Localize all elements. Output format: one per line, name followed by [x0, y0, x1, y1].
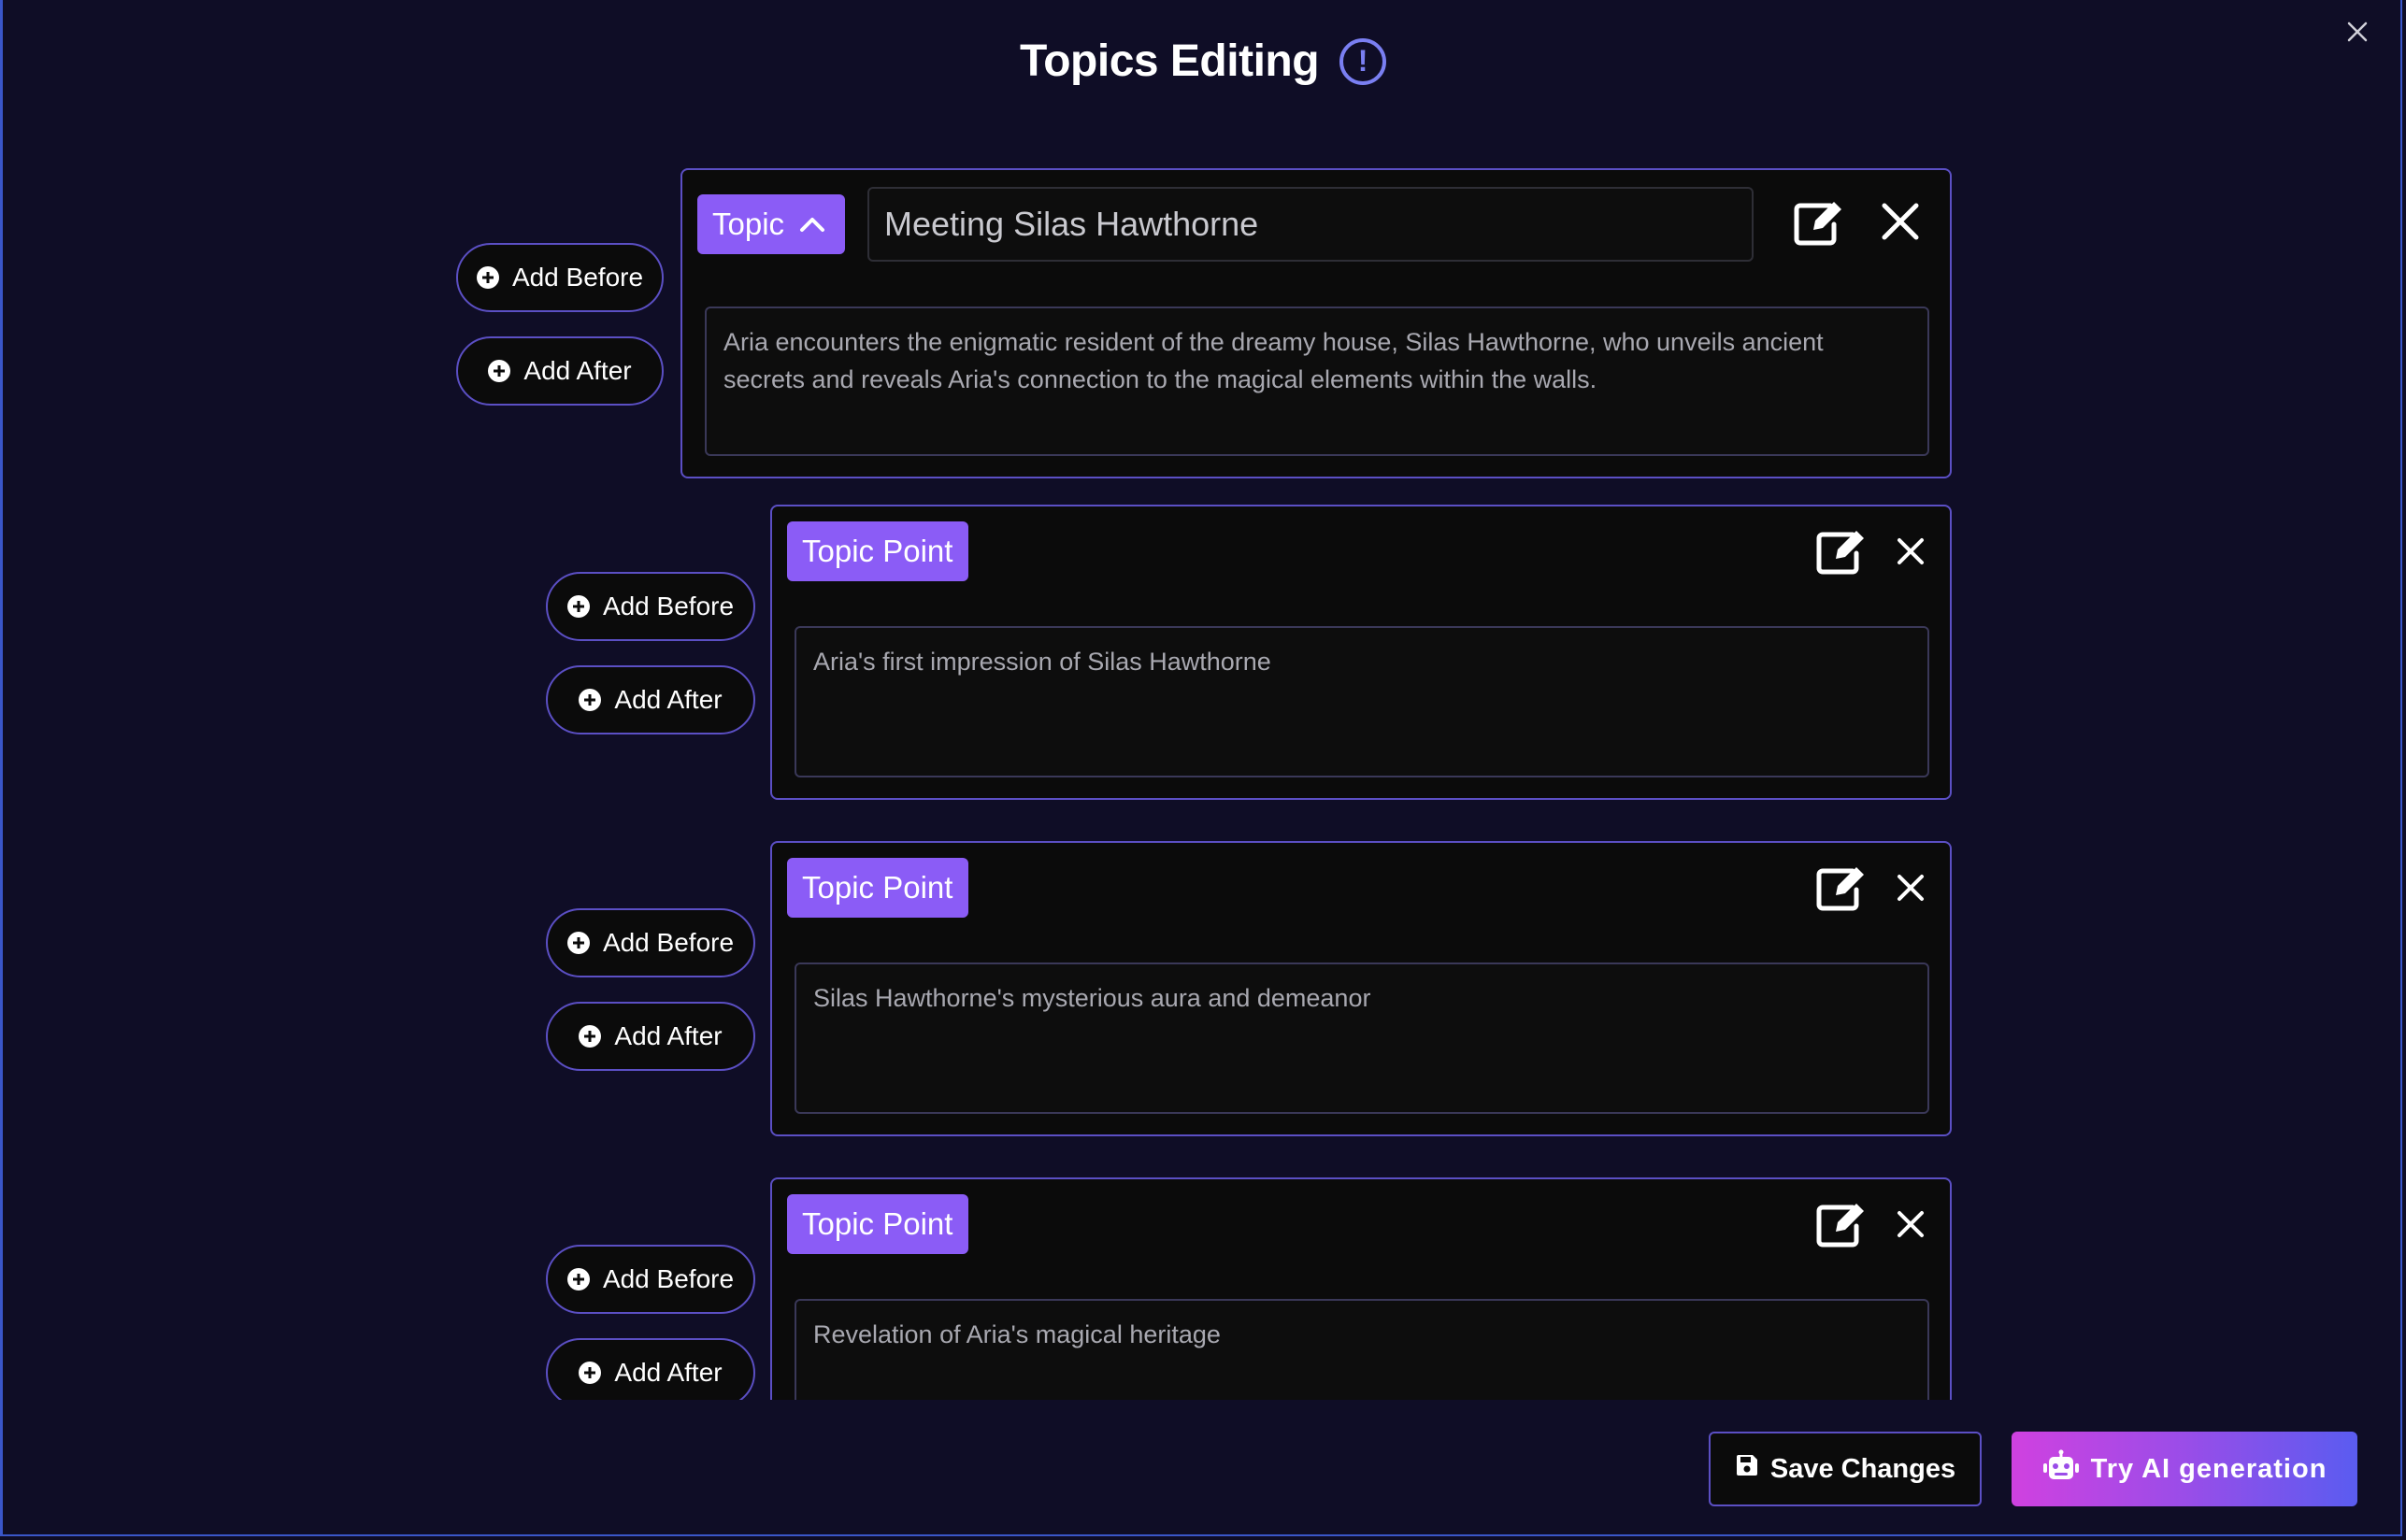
point-2-edit-button[interactable] [1813, 863, 1868, 916]
plus-circle-icon [566, 932, 590, 954]
topic-point-card-1: Topic Point Aria's first impression of S… [770, 505, 1952, 800]
save-changes-button[interactable]: Save Changes [1709, 1432, 1982, 1506]
close-icon [1896, 1209, 1926, 1244]
info-icon[interactable]: ! [1339, 37, 1387, 85]
topic-add-before-button[interactable]: Add Before [456, 243, 664, 312]
plus-circle-icon [579, 1362, 602, 1384]
close-icon [1880, 201, 1921, 247]
topic-card: Topic Aria encounters the enigmatic resi… [680, 168, 1952, 478]
floppy-disk-icon [1735, 1453, 1759, 1485]
save-changes-label: Save Changes [1769, 1453, 1956, 1484]
topic-point-description[interactable]: Silas Hawthorne's mysterious aura and de… [795, 962, 1929, 1114]
topic-add-after-button[interactable]: Add After [456, 336, 664, 406]
add-after-label: Add After [614, 1358, 723, 1387]
add-after-label: Add After [523, 356, 632, 385]
plus-circle-icon [476, 266, 499, 289]
add-after-label: Add After [614, 1021, 723, 1050]
plus-circle-icon [566, 595, 590, 618]
edit-icon [1815, 1200, 1866, 1253]
plus-circle-icon [579, 1025, 602, 1048]
try-ai-generation-button[interactable]: Try AI generation [2012, 1432, 2357, 1506]
point-2-add-after-button[interactable]: Add After [546, 1002, 755, 1071]
close-icon [2347, 21, 2368, 47]
point-1-edit-button[interactable] [1813, 527, 1868, 579]
plus-circle-icon [488, 360, 511, 382]
add-before-label: Add Before [602, 592, 735, 620]
modal-header: Topics Editing ! [0, 36, 2406, 87]
topic-point-badge: Topic Point [787, 1194, 968, 1254]
topic-point-description[interactable]: Revelation of Aria's magical heritage [795, 1299, 1929, 1400]
point-3-add-before-button[interactable]: Add Before [546, 1245, 755, 1314]
topics-scroll-area[interactable]: Topics Editing ! Add Before Add After To… [0, 0, 2406, 1400]
topic-edit-button[interactable] [1791, 198, 1845, 250]
add-before-label: Add Before [602, 928, 735, 957]
point-2-remove-button[interactable] [1892, 871, 1929, 908]
plus-circle-icon [579, 689, 602, 711]
chevron-up-icon [799, 216, 825, 233]
point-3-remove-button[interactable] [1892, 1207, 1929, 1245]
topic-point-badge: Topic Point [787, 521, 968, 581]
topic-point-badge: Topic Point [787, 858, 968, 918]
topic-point-description[interactable]: Aria's first impression of Silas Hawthor… [795, 626, 1929, 777]
topic-title-input[interactable] [867, 187, 1754, 262]
topic-point-card-2: Topic Point Silas Hawthorne's mysterious… [770, 841, 1952, 1136]
point-1-add-before-button[interactable]: Add Before [546, 572, 755, 641]
edit-icon [1815, 527, 1866, 580]
add-before-label: Add Before [602, 1264, 735, 1293]
edit-icon [1793, 198, 1843, 251]
topic-point-badge-label: Topic Point [802, 1206, 953, 1241]
topic-remove-button[interactable] [1875, 198, 1926, 249]
close-icon [1896, 873, 1926, 907]
point-2-add-before-button[interactable]: Add Before [546, 908, 755, 977]
modal-title: Topics Editing [1019, 36, 1320, 86]
topic-point-badge-label: Topic Point [802, 870, 953, 905]
point-1-add-after-button[interactable]: Add After [546, 665, 755, 734]
topic-badge-label: Topic [712, 207, 785, 241]
add-before-label: Add Before [511, 263, 644, 292]
try-ai-generation-label: Try AI generation [2090, 1453, 2327, 1484]
modal-close-button[interactable] [2341, 17, 2374, 50]
topic-description[interactable]: Aria encounters the enigmatic resident o… [705, 307, 1929, 456]
topic-badge[interactable]: Topic [697, 194, 845, 254]
add-after-label: Add After [614, 685, 723, 714]
robot-icon [2042, 1449, 2080, 1489]
topic-point-badge-label: Topic Point [802, 534, 953, 568]
edit-icon [1815, 863, 1866, 917]
point-1-remove-button[interactable] [1892, 535, 1929, 572]
close-icon [1896, 536, 1926, 571]
plus-circle-icon [566, 1268, 590, 1290]
topic-point-card-3: Topic Point Revelation of Aria's magical… [770, 1177, 1952, 1400]
point-3-add-after-button[interactable]: Add After [546, 1338, 755, 1400]
point-3-edit-button[interactable] [1813, 1200, 1868, 1252]
